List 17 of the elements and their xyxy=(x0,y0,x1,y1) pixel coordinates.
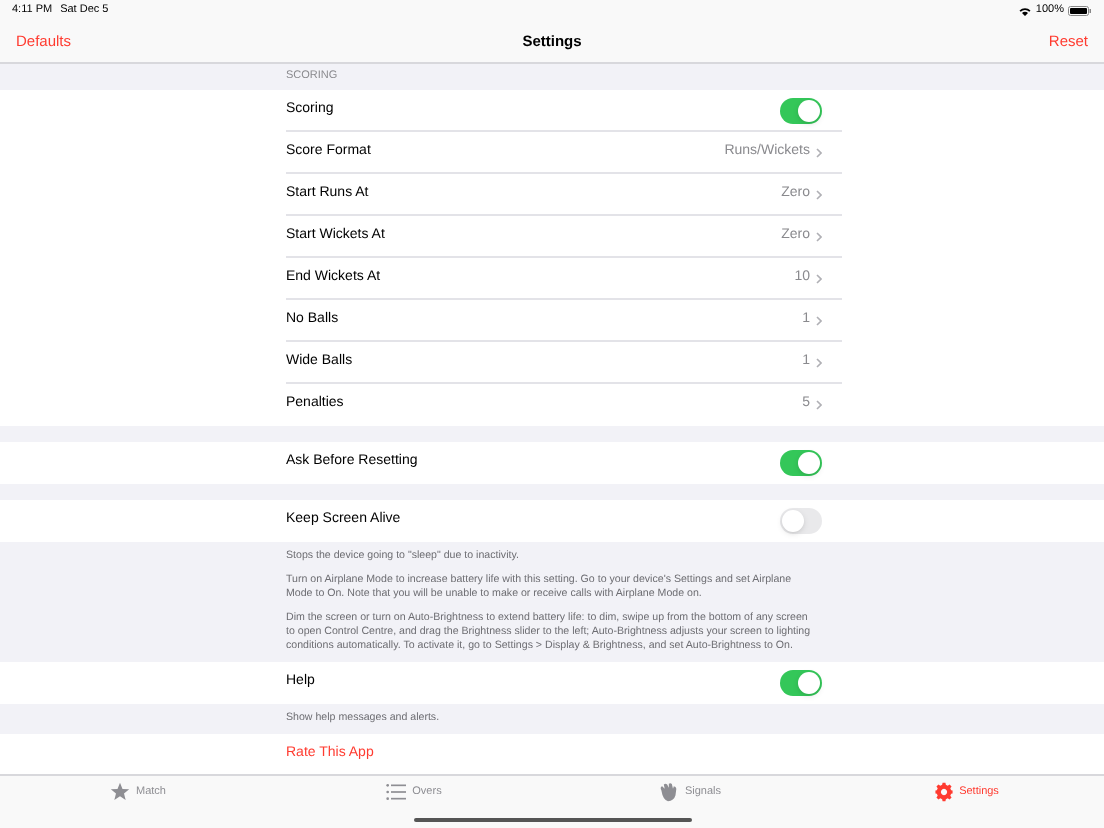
chevron-icon xyxy=(816,231,822,241)
wifi-icon xyxy=(1017,6,1032,16)
toggle-switch[interactable] xyxy=(780,450,822,476)
toggle-switch[interactable] xyxy=(780,97,822,123)
toggle-switch[interactable] xyxy=(780,508,822,534)
chevron-icon xyxy=(816,400,822,410)
chevron-icon xyxy=(816,189,822,199)
battery-icon xyxy=(1068,6,1092,16)
star-icon xyxy=(110,782,130,802)
chevron-icon xyxy=(816,315,822,325)
settings-icon xyxy=(933,782,954,802)
hand-icon xyxy=(658,782,679,802)
chevron-icon xyxy=(816,357,822,367)
chevron-icon xyxy=(816,273,822,283)
list-icon xyxy=(386,782,407,802)
toggle-switch[interactable] xyxy=(780,670,822,696)
chevron-icon xyxy=(816,147,822,157)
